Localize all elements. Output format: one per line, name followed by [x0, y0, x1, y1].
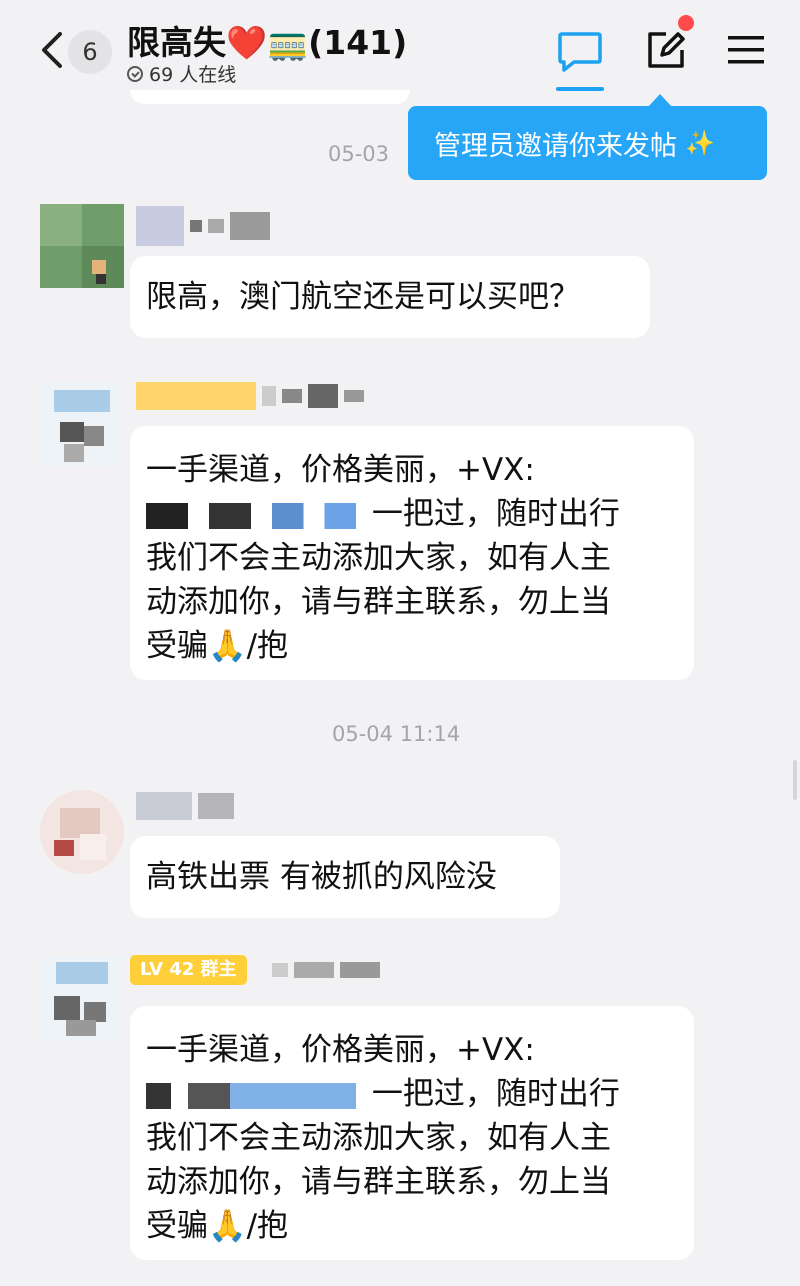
- message-text-line: 动添加你，请与群主联系，勿上当: [146, 1164, 611, 1200]
- active-tab-indicator: [556, 87, 604, 91]
- admin-invite-tooltip[interactable]: 管理员邀请你来发帖 ✨: [408, 106, 767, 180]
- message-text-line: 我们不会主动添加大家，如有人主: [146, 1120, 611, 1156]
- timestamp: 05-03: [328, 142, 390, 166]
- redacted-contact: [146, 1082, 356, 1109]
- unread-count-badge[interactable]: 6: [68, 30, 112, 74]
- message-text: 高铁出票 有被抓的风险没: [146, 859, 497, 895]
- sparkle-icon: ✨: [685, 129, 715, 157]
- message-bubble[interactable]: 一手渠道，价格美丽，+VX: 一把过，随时出行 我们不会主动添加大家，如有人主 …: [130, 1006, 694, 1260]
- redacted-username: [136, 792, 234, 820]
- online-count-text: 69 人在线: [149, 64, 237, 86]
- message-text-line: 受骗🙏/抱: [146, 1208, 289, 1244]
- redacted-username: [136, 206, 270, 246]
- message-text-line: 一把过，随时出行: [146, 492, 678, 536]
- message-bubble[interactable]: 限高，澳门航空还是可以买吧？: [130, 256, 650, 338]
- avatar[interactable]: [40, 956, 124, 1040]
- scrollbar[interactable]: [793, 760, 797, 800]
- message-bubble[interactable]: 一手渠道，价格美丽，+VX: 一把过，随时出行 我们不会主动添加大家，如有人主 …: [130, 426, 694, 680]
- redacted-username: [272, 962, 380, 978]
- back-arrow-icon[interactable]: [34, 28, 70, 72]
- redacted-username: [136, 382, 364, 410]
- avatar[interactable]: [40, 382, 124, 466]
- chat-bubble-icon[interactable]: [556, 30, 604, 74]
- message-text: 限高，澳门航空还是可以买吧？: [146, 279, 580, 315]
- group-title[interactable]: 限高失❤️🚃(141): [127, 16, 407, 64]
- message-text-line: 动添加你，请与群主联系，勿上当: [146, 584, 611, 620]
- tooltip-text: 管理员邀请你来发帖: [434, 130, 677, 162]
- message-text-line: 一手渠道，价格美丽，+VX:: [146, 1032, 535, 1068]
- message-text-line: 一把过，随时出行: [146, 1072, 678, 1116]
- message-text-fragment: 一把过，随时出行: [371, 1076, 620, 1112]
- redacted-contact: [146, 502, 356, 529]
- message-text-line: 一手渠道，价格美丽，+VX:: [146, 452, 535, 488]
- chat-header: 6 限高失❤️🚃(141) 69 人在线: [0, 0, 800, 96]
- previous-message-peek: [130, 90, 410, 104]
- level-owner-badge: LV 42 群主: [130, 955, 247, 985]
- message-text-line: 我们不会主动添加大家，如有人主: [146, 540, 611, 576]
- notification-dot: [678, 15, 694, 31]
- edit-post-icon[interactable]: [644, 28, 688, 72]
- message-bubble[interactable]: 高铁出票 有被抓的风险没: [130, 836, 560, 918]
- timestamp: 05-04 11:14: [332, 722, 461, 746]
- online-check-icon: [127, 65, 143, 82]
- menu-icon[interactable]: [726, 34, 766, 66]
- avatar[interactable]: [40, 790, 124, 874]
- message-text-line: 受骗🙏/抱: [146, 628, 289, 664]
- online-status: 69 人在线: [127, 60, 236, 87]
- avatar[interactable]: [40, 204, 124, 288]
- message-text-fragment: 一把过，随时出行: [371, 496, 620, 532]
